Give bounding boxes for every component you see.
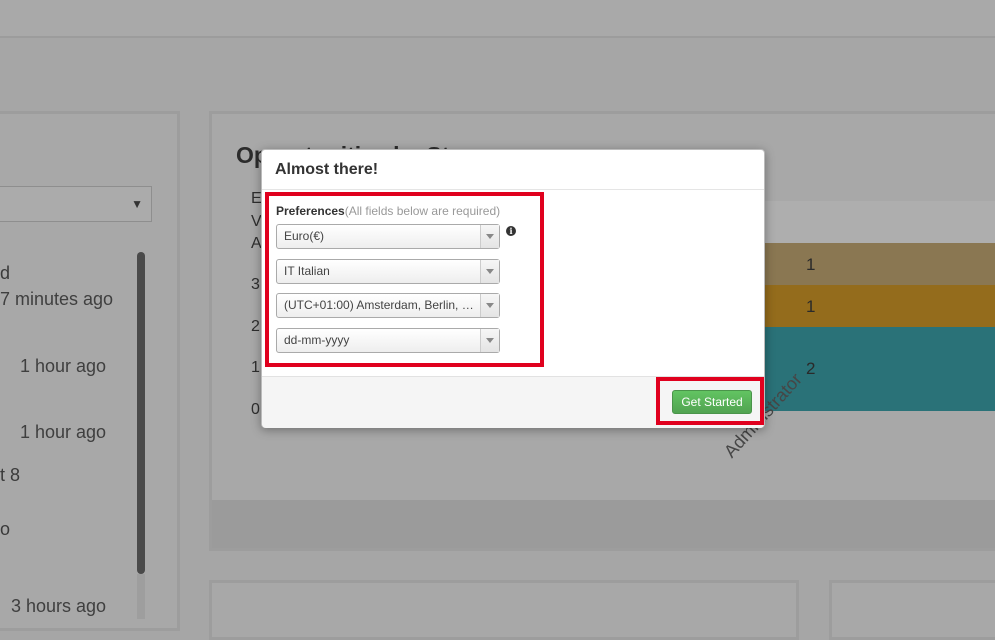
chart-band-empty	[765, 201, 995, 243]
activity-item-time: 1 hour ago	[20, 356, 107, 376]
chart-footer	[212, 500, 995, 548]
modal-title: Almost there!	[275, 161, 379, 178]
modal-header: Almost there!	[262, 150, 764, 190]
band-value-label: 1	[806, 297, 816, 316]
y-tick-label: 2	[251, 318, 260, 335]
band-value-label: 1	[806, 255, 816, 274]
band-value-label: 2	[806, 359, 816, 378]
activity-item-time: 7 minutes ago	[0, 289, 114, 309]
chevron-down-icon: ▼	[131, 197, 143, 211]
activity-item-text: d	[0, 263, 11, 283]
get-started-highlight-box	[656, 377, 764, 425]
chart-band	[765, 285, 995, 327]
chart-band	[765, 327, 995, 411]
activity-item-time: 1 hour ago	[20, 422, 107, 442]
preferences-highlight-box	[265, 192, 544, 367]
y-tick-label: 3	[251, 276, 260, 293]
y-tick-label: 0	[251, 401, 260, 418]
activity-item-text: t 8	[0, 465, 21, 485]
key-metrics-panel	[829, 580, 995, 640]
activity-item-text: o	[0, 519, 11, 539]
chart-band	[765, 243, 995, 285]
y-tick-label: 1	[251, 359, 260, 376]
salesstage-panel	[209, 580, 799, 640]
activity-scrollbar[interactable]	[137, 252, 145, 574]
activity-filter-select[interactable]: ▼	[0, 186, 152, 222]
top-bar	[0, 0, 995, 38]
activity-scroll-track	[137, 574, 145, 619]
activity-item-time: 3 hours ago	[11, 596, 107, 616]
